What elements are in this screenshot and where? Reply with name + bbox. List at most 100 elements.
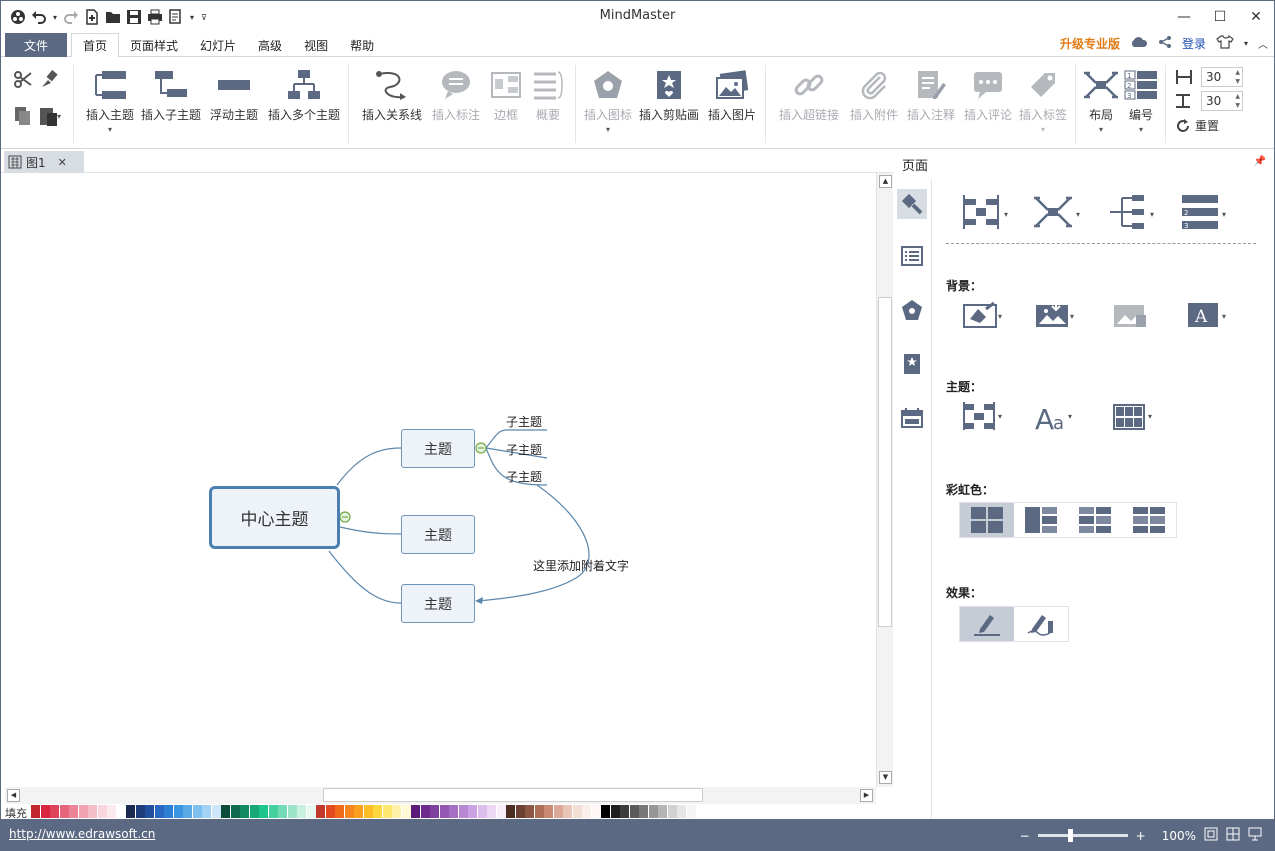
color-swatch[interactable] bbox=[354, 805, 363, 818]
insert-topic-button[interactable]: 插入主题 ▾ bbox=[83, 67, 137, 134]
vertical-scrollbar[interactable]: ▲ ▼ bbox=[876, 173, 893, 787]
layout-option-radial-icon[interactable]: ▾ bbox=[1034, 193, 1084, 233]
vertical-spacing-input[interactable]: 30 ▲ ▼ bbox=[1201, 91, 1243, 111]
maximize-icon[interactable]: ☐ bbox=[1202, 1, 1238, 32]
color-swatch[interactable] bbox=[240, 805, 249, 818]
fit-page-icon[interactable] bbox=[1204, 827, 1218, 844]
close-window-icon[interactable]: ✕ bbox=[1238, 1, 1274, 32]
color-swatch[interactable] bbox=[69, 805, 78, 818]
effect-hand-drawn-off-icon[interactable] bbox=[960, 607, 1014, 641]
subtopic[interactable]: 子主题 bbox=[506, 413, 542, 430]
color-swatch[interactable] bbox=[468, 805, 477, 818]
color-swatch[interactable] bbox=[183, 805, 192, 818]
format-painter-icon[interactable] bbox=[39, 69, 59, 92]
tab-slides[interactable]: 幻灯片 bbox=[189, 33, 247, 57]
color-swatch[interactable] bbox=[544, 805, 553, 818]
rainbow-option-alternate-icon[interactable] bbox=[1068, 503, 1122, 537]
cloud-icon[interactable] bbox=[1130, 36, 1148, 51]
insert-callout-button[interactable]: 插入标注 bbox=[429, 67, 483, 123]
color-swatch[interactable] bbox=[97, 805, 107, 818]
pin-panel-icon[interactable]: 📌 bbox=[1254, 156, 1266, 167]
color-swatch[interactable] bbox=[648, 805, 658, 818]
color-swatch[interactable] bbox=[411, 805, 420, 818]
color-swatch[interactable] bbox=[145, 805, 154, 818]
share-icon[interactable] bbox=[1158, 35, 1172, 52]
presentation-icon[interactable] bbox=[1248, 827, 1262, 844]
skin-shirt-icon[interactable] bbox=[1216, 34, 1234, 52]
color-swatch[interactable] bbox=[154, 805, 164, 818]
color-swatch[interactable] bbox=[667, 805, 677, 818]
horizontal-scroll-thumb[interactable] bbox=[323, 788, 703, 802]
relationship-label[interactable]: 这里添加附着文字 bbox=[533, 557, 629, 574]
rainbow-option-solid-icon[interactable] bbox=[960, 503, 1014, 537]
main-topic[interactable]: 主题 bbox=[401, 515, 475, 554]
color-swatch[interactable] bbox=[192, 805, 202, 818]
color-swatch[interactable] bbox=[525, 805, 534, 818]
insert-icon-button[interactable]: 插入图标 ▾ bbox=[581, 67, 635, 134]
color-swatch[interactable] bbox=[620, 805, 629, 818]
color-swatch[interactable] bbox=[563, 805, 572, 818]
numbering-dropdown-icon[interactable]: ▾ bbox=[1139, 125, 1143, 134]
color-swatch[interactable] bbox=[487, 805, 496, 818]
file-menu-button[interactable]: 文件 bbox=[5, 33, 67, 57]
color-swatch[interactable] bbox=[202, 805, 211, 818]
color-swatch[interactable] bbox=[449, 805, 458, 818]
insert-icon-dropdown-icon[interactable]: ▾ bbox=[606, 125, 610, 134]
color-swatch[interactable] bbox=[221, 805, 230, 818]
reset-button[interactable]: 重置 bbox=[1175, 117, 1219, 134]
spin-arrows-icon[interactable]: ▲ ▼ bbox=[1235, 92, 1240, 110]
rainbow-option-rows-icon[interactable] bbox=[1122, 503, 1176, 537]
color-swatch[interactable] bbox=[639, 805, 648, 818]
color-swatch[interactable] bbox=[268, 805, 278, 818]
clipart-library-icon[interactable] bbox=[897, 349, 927, 379]
color-swatch[interactable] bbox=[78, 805, 88, 818]
horizontal-spacing-input[interactable]: 30 ▲ ▼ bbox=[1201, 67, 1243, 87]
collapse-ribbon-icon[interactable]: ︿ bbox=[1258, 36, 1268, 51]
color-swatch[interactable] bbox=[392, 805, 401, 818]
subtopic[interactable]: 子主题 bbox=[506, 468, 542, 485]
tab-help[interactable]: 帮助 bbox=[339, 33, 385, 57]
color-swatch[interactable] bbox=[126, 805, 135, 818]
color-swatch[interactable] bbox=[591, 805, 601, 818]
insert-clipart-button[interactable]: 插入剪贴画 bbox=[637, 67, 701, 123]
color-swatch[interactable] bbox=[344, 805, 354, 818]
slides-icon[interactable] bbox=[897, 403, 927, 433]
insert-tag-button[interactable]: 插入标签 ▾ bbox=[1016, 67, 1070, 134]
upgrade-link[interactable]: 升级专业版 bbox=[1060, 35, 1120, 52]
layout-button[interactable]: 布局 ▾ bbox=[1081, 67, 1121, 134]
copy-icon[interactable] bbox=[13, 105, 33, 130]
color-swatch[interactable] bbox=[325, 805, 335, 818]
horizontal-scrollbar[interactable]: ◀ ▶ bbox=[5, 787, 876, 804]
insert-note-button[interactable]: 插入注释 bbox=[904, 67, 958, 123]
insert-multiple-topics-button[interactable]: 插入多个主题 bbox=[265, 67, 343, 123]
rainbow-option-columns-icon[interactable] bbox=[1014, 503, 1068, 537]
scroll-down-icon[interactable]: ▼ bbox=[879, 771, 892, 784]
color-swatch[interactable] bbox=[59, 805, 69, 818]
theme-color-grid-icon[interactable]: ▾ bbox=[1112, 397, 1156, 437]
color-swatch[interactable] bbox=[629, 805, 639, 818]
insert-comment-button[interactable]: 插入评论 bbox=[961, 67, 1015, 123]
insert-subtopic-button[interactable]: 插入子主题 bbox=[139, 67, 203, 123]
theme-font-icon[interactable]: Aa ▾ bbox=[1034, 397, 1078, 437]
icon-library-icon[interactable] bbox=[897, 295, 927, 325]
page-format-brush-icon[interactable] bbox=[897, 189, 927, 219]
color-swatch[interactable] bbox=[363, 805, 373, 818]
layout-option-tree-icon[interactable]: ▾ bbox=[1108, 193, 1158, 233]
scroll-left-icon[interactable]: ◀ bbox=[7, 789, 20, 802]
close-tab-icon[interactable]: ✕ bbox=[58, 156, 67, 169]
central-topic[interactable]: 中心主题 bbox=[209, 486, 340, 549]
color-swatch[interactable] bbox=[287, 805, 297, 818]
color-swatch[interactable] bbox=[316, 805, 325, 818]
color-swatch[interactable] bbox=[50, 805, 59, 818]
color-swatch[interactable] bbox=[107, 805, 116, 818]
skin-dropdown-icon[interactable]: ▾ bbox=[1244, 39, 1248, 48]
tab-advanced[interactable]: 高级 bbox=[247, 33, 293, 57]
cut-icon[interactable] bbox=[13, 69, 33, 92]
color-swatch[interactable] bbox=[278, 805, 287, 818]
summary-button[interactable]: 概要 bbox=[528, 67, 568, 123]
layout-option-numbered-list-icon[interactable]: 2 3 ▾ bbox=[1180, 193, 1230, 233]
fit-width-icon[interactable] bbox=[1226, 827, 1240, 844]
main-topic[interactable]: 主题 bbox=[401, 584, 475, 623]
color-swatch[interactable] bbox=[553, 805, 563, 818]
background-image-icon[interactable]: ▾ bbox=[1034, 295, 1078, 335]
